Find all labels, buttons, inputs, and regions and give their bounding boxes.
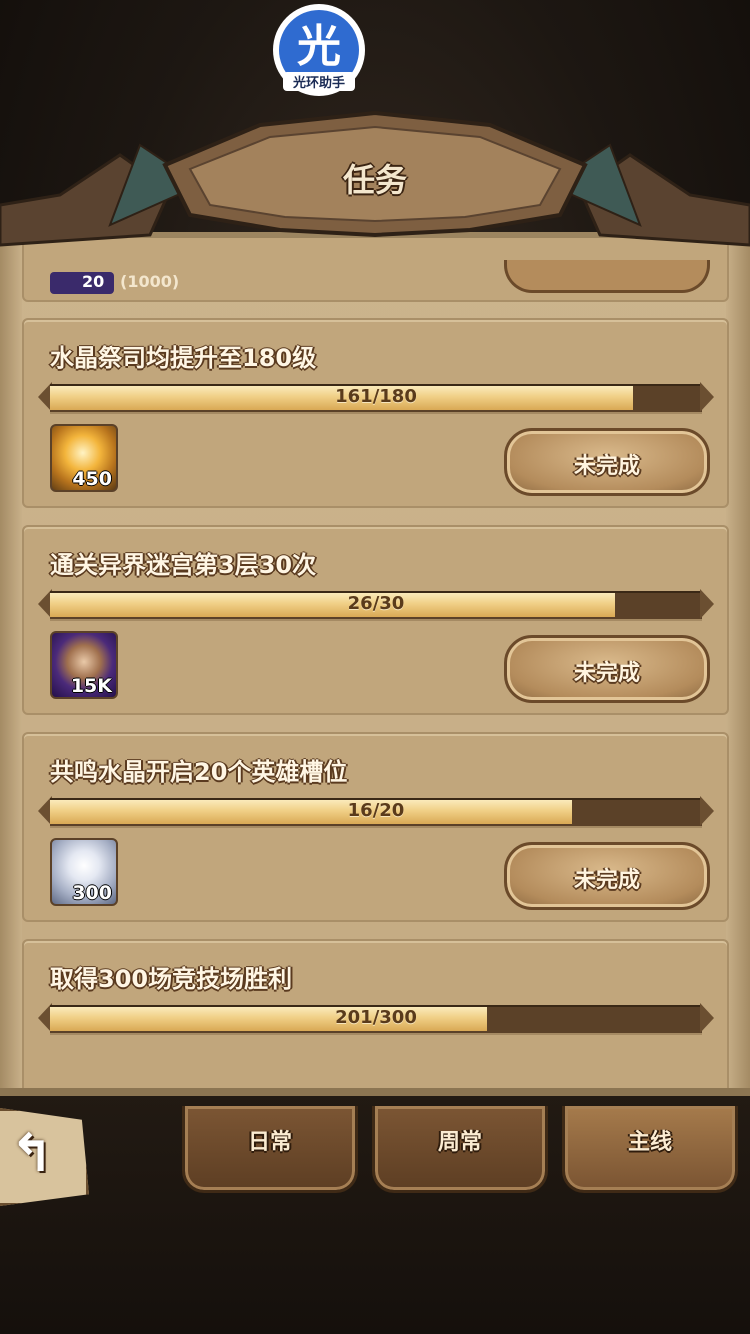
progress-bar: 26/30 (38, 589, 714, 621)
status-button[interactable]: 未完成 (504, 428, 710, 496)
tab-main[interactable]: 主线 (562, 1106, 738, 1193)
panel-left-edge (0, 238, 22, 1088)
status-button[interactable]: 未完成 (504, 842, 710, 910)
watermark-char: 光 (297, 21, 341, 72)
status-button-label: 未完成 (573, 868, 640, 893)
tab-main-label: 主线 (627, 1130, 672, 1155)
reward-count: 450 (72, 468, 112, 490)
back-button[interactable]: ↰ (0, 1108, 89, 1206)
quest-title: 通关异界迷宫第3层30次 (50, 551, 317, 579)
progress-bar: 201/300 (38, 1003, 714, 1035)
status-button[interactable]: 未完成 (504, 635, 710, 703)
tab-daily-label: 日常 (247, 1130, 292, 1155)
progress-text: 201/300 (335, 1007, 417, 1028)
reward-labyrinth-coin[interactable]: 15K (50, 631, 118, 699)
quest-title: 水晶祭司均提升至180级 (50, 344, 317, 372)
watermark-logo: 光 光环助手 (273, 4, 365, 96)
back-arrow-icon: ↰ (10, 1124, 54, 1184)
status-button-label: 未完成 (573, 454, 640, 479)
reward-count: 300 (72, 882, 112, 904)
status-button-label: 未完成 (573, 661, 640, 686)
watermark-text: 光环助手 (283, 72, 355, 91)
progress-text: 161/180 (335, 386, 417, 407)
tab-daily[interactable]: 日常 (182, 1106, 358, 1193)
tab-weekly[interactable]: 周常 (372, 1106, 548, 1193)
quest-title: 共鸣水晶开启20个英雄槽位 (50, 758, 348, 786)
quest-card: 水晶祭司均提升至180级 161/180 450 未完成 (22, 318, 729, 508)
header-banner: 任务 (0, 95, 750, 275)
reward-count: 15K (70, 675, 112, 697)
quest-card: 取得300场竞技场胜利 201/300 (22, 939, 729, 1088)
reward-diamond[interactable]: 300 (50, 838, 118, 906)
page-title: 任务 (342, 161, 407, 199)
tab-weekly-label: 周常 (437, 1130, 482, 1155)
quest-card: 通关异界迷宫第3层30次 26/30 15K 未完成 (22, 525, 729, 715)
quest-title: 取得300场竞技场胜利 (50, 965, 293, 993)
progress-bar: 16/20 (38, 796, 714, 828)
reward-gold-orb[interactable]: 450 (50, 424, 118, 492)
progress-bar: 161/180 (38, 382, 714, 414)
panel-right-edge (726, 238, 750, 1088)
quest-card: 共鸣水晶开启20个英雄槽位 16/20 300 未完成 (22, 732, 729, 922)
quest-panel[interactable]: 20 (1000) 水晶祭司均提升至180级 161/180 450 未完成 通… (0, 232, 750, 1096)
progress-text: 16/20 (347, 800, 405, 821)
progress-text: 26/30 (347, 593, 405, 614)
